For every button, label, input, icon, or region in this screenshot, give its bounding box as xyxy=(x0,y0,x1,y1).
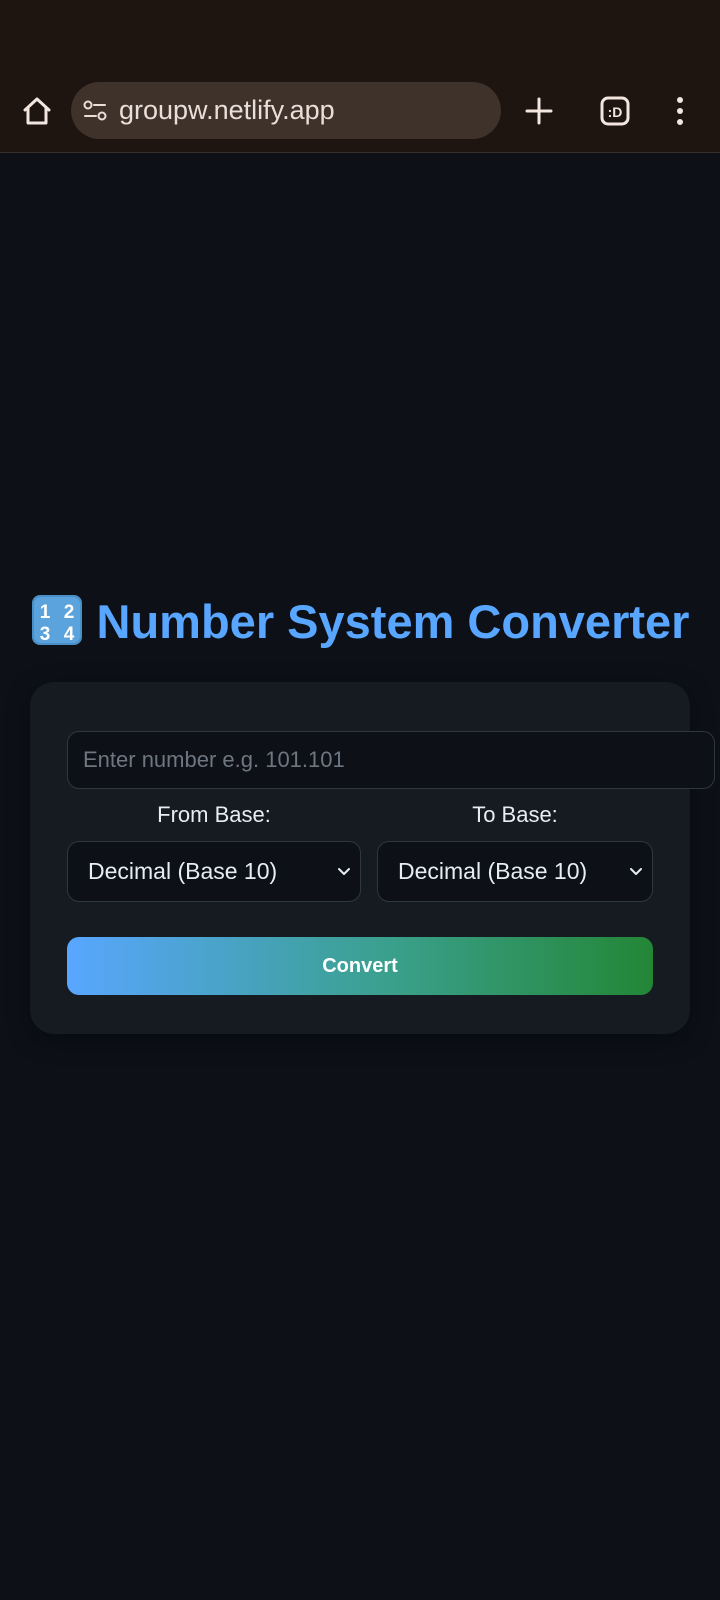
to-base-selected: Decimal (Base 10) xyxy=(398,858,588,884)
convert-button[interactable]: Convert xyxy=(67,937,653,995)
from-base-selected: Decimal (Base 10) xyxy=(88,858,278,884)
chevron-down-icon xyxy=(338,868,350,875)
page-title: 1 2 3 4 Number System Converter xyxy=(0,592,720,652)
browser-toolbar: groupw.netlify.app :D xyxy=(0,80,720,153)
from-base-select[interactable]: Decimal (Base 10) xyxy=(67,841,361,902)
chevron-down-icon xyxy=(630,868,642,875)
tab-switcher-icon: :D xyxy=(600,96,630,126)
svg-text:2: 2 xyxy=(63,602,74,623)
to-base-label: To Base: xyxy=(472,802,558,827)
status-bar xyxy=(0,0,720,80)
new-tab-button[interactable] xyxy=(522,94,556,128)
from-base-label: From Base: xyxy=(157,802,271,827)
to-base-select[interactable]: Decimal (Base 10) xyxy=(377,841,653,902)
svg-text:1: 1 xyxy=(39,602,50,623)
page-title-text: Number System Converter xyxy=(96,595,690,648)
more-menu-button[interactable] xyxy=(670,94,690,128)
input-numbers-icon: 1 2 3 4 xyxy=(31,595,82,645)
address-bar[interactable]: groupw.netlify.app xyxy=(71,82,501,139)
converter-card: From Base: To Base: Decimal (Base 10) De… xyxy=(30,682,715,1034)
more-vert-icon xyxy=(677,97,683,125)
plus-icon xyxy=(525,97,553,125)
site-info-icon[interactable] xyxy=(82,98,108,124)
number-input[interactable] xyxy=(67,731,715,789)
svg-text:3: 3 xyxy=(39,624,50,645)
svg-text:4: 4 xyxy=(63,624,74,645)
home-icon xyxy=(23,97,51,125)
tab-switcher-button[interactable]: :D xyxy=(598,94,632,128)
url-text[interactable]: groupw.netlify.app xyxy=(119,95,335,125)
home-button[interactable] xyxy=(20,94,54,128)
svg-text::D: :D xyxy=(608,104,623,120)
